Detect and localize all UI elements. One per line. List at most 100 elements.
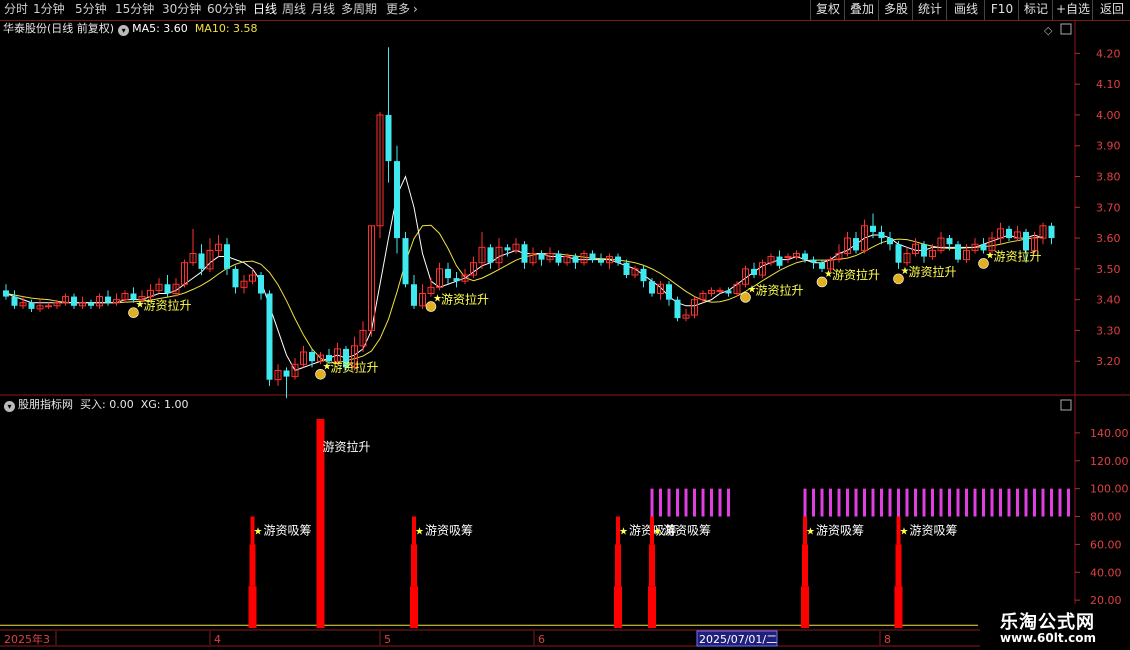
price-axis-label: 3.40 [1096, 294, 1121, 307]
candle-down [164, 284, 171, 294]
candle-down [11, 296, 18, 306]
star-icon: ★ [415, 526, 424, 537]
absorb-signal-label: 游资吸筹 [910, 523, 958, 537]
magenta-bar [812, 488, 815, 517]
indicator-axis-label: 100.00 [1090, 483, 1129, 496]
absorb-bar [648, 586, 656, 628]
magenta-bar [1007, 488, 1011, 517]
diamond-icon[interactable]: ◇ [1044, 24, 1053, 37]
candle-down [504, 247, 511, 251]
candle-down [385, 114, 392, 162]
indicator-axis-label: 80.00 [1090, 511, 1122, 524]
magenta-bar [922, 488, 926, 517]
candle-down [71, 296, 77, 306]
candle-down [955, 244, 961, 260]
candle-down [1006, 228, 1012, 239]
rise-signal-label: 游资拉升 [441, 292, 489, 307]
candle-down [640, 268, 647, 282]
panel-toggle-icon[interactable] [1060, 23, 1072, 35]
candle-down [487, 247, 494, 263]
absorb-bar [649, 544, 655, 587]
star-icon: ★ [653, 526, 662, 537]
magenta-bar [1041, 488, 1045, 517]
magenta-bar [1050, 488, 1053, 517]
absorb-signal-label: 游资吸筹 [663, 523, 711, 537]
indicator-axis-label: 60.00 [1090, 538, 1122, 551]
price-axis-label: 3.60 [1096, 232, 1121, 245]
candle-down [776, 256, 783, 266]
magenta-bar [1024, 488, 1028, 517]
absorb-bar [411, 544, 417, 587]
candle-down [921, 244, 927, 257]
candle-down [674, 299, 681, 319]
absorb-signal-label: 游资吸筹 [264, 523, 312, 537]
rise-signal-label: 游资拉升 [832, 267, 880, 282]
date-label-mar: 2025年3 [4, 632, 50, 646]
kline-chart[interactable]: ◇ 4.20 4.10 4.00 3.90 3.80 3.70 3.60 3.50 3.40 3.… [0, 0, 1130, 650]
star-icon: ★ [900, 526, 909, 537]
magenta-bar [803, 488, 807, 517]
candle-down [28, 302, 35, 309]
magenta-bar [990, 488, 994, 517]
rise-signal-label: 游资拉升 [994, 248, 1042, 263]
candle-down [1048, 225, 1055, 239]
magenta-bar [701, 488, 705, 517]
candle-down [946, 238, 953, 245]
panel-toggle-icon[interactable] [1060, 399, 1072, 411]
candle-up [784, 256, 792, 259]
site-watermark: 乐淘公式网 www.60lt.com [980, 604, 1130, 650]
magenta-bar [931, 488, 934, 517]
rise-signal-label: 游资拉升 [331, 359, 379, 374]
magenta-bar [710, 488, 713, 517]
price-axis-label: 3.90 [1096, 140, 1121, 153]
magenta-bar [727, 488, 730, 517]
magenta-bar [1058, 488, 1062, 517]
magenta-bar [659, 488, 662, 517]
price-axis-label: 3.80 [1096, 171, 1121, 184]
indicator-axis-label: 120.00 [1090, 455, 1129, 468]
candle-down [521, 244, 528, 263]
candle-down [819, 262, 825, 269]
date-label-apr: 4 [214, 633, 221, 646]
candle-down [198, 253, 205, 269]
magenta-bar [1067, 488, 1070, 517]
candle-down [258, 275, 264, 294]
candle-down [445, 268, 451, 279]
candle-down [88, 302, 94, 306]
date-cursor-label: 2025/07/01/二 [699, 633, 777, 646]
candle-down [878, 231, 885, 239]
indicator-axis-label: 40.00 [1090, 566, 1122, 579]
price-axis-label: 4.00 [1096, 109, 1121, 122]
absorb-bar [249, 544, 256, 587]
ma5-line [5, 175, 1044, 372]
candle-down [598, 259, 604, 263]
candle-down [980, 244, 987, 251]
magenta-bar [965, 488, 968, 517]
price-axis-label: 3.50 [1096, 263, 1121, 276]
magenta-bar [948, 488, 951, 517]
magenta-bar [939, 488, 943, 517]
candle-down [887, 238, 893, 245]
absorb-bar [248, 586, 257, 628]
absorb-bar [614, 586, 622, 628]
candle-down [810, 259, 817, 263]
rise-signal-label: 游资拉升 [909, 264, 957, 279]
candle-down [538, 253, 545, 260]
candle-down [589, 253, 596, 260]
magenta-bar [973, 488, 977, 517]
candle-down [394, 161, 400, 239]
magenta-bar [1016, 488, 1019, 517]
price-axis-label: 3.70 [1096, 201, 1121, 214]
star-icon: ★ [254, 526, 263, 537]
candle-down [453, 278, 460, 282]
absorb-bar [615, 544, 621, 587]
candle-down [3, 290, 9, 297]
candle-down [555, 253, 562, 263]
magenta-bar [905, 488, 909, 517]
candle-down [1023, 231, 1029, 251]
star-icon: ★ [619, 526, 628, 537]
candle-down [266, 293, 273, 380]
magenta-bar [650, 488, 654, 517]
date-label-jun: 6 [538, 633, 545, 646]
rise-signal-label: 游资拉升 [144, 298, 192, 313]
